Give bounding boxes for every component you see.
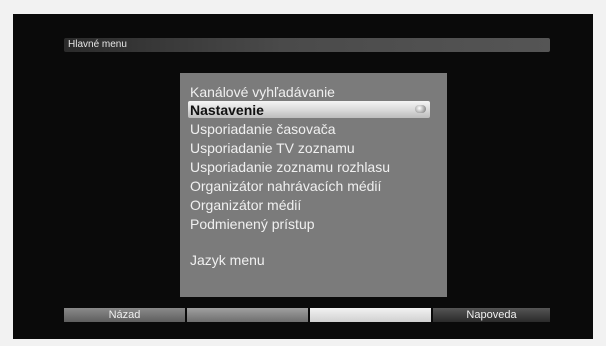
menu-item-tv-list-organizer[interactable]: Usporiadanie TV zoznamu (190, 139, 430, 157)
header-bar: Hlavné menu (64, 38, 550, 52)
help-button[interactable]: Napoveda (433, 308, 550, 322)
tv-screen: Hlavné menu Kanálové vyhľadávanie Nastav… (13, 14, 593, 339)
menu-item-media-organizer[interactable]: Organizátor médií (190, 196, 430, 214)
menu-item-label: Nastavenie (190, 102, 264, 118)
menu-item-recording-media-organizer[interactable]: Organizátor nahrávacích médií (190, 177, 430, 195)
menu-item-timer-organizer[interactable]: Usporiadanie časovača (190, 120, 430, 138)
menu-item-channel-search[interactable]: Kanálové vyhľadávanie (190, 83, 430, 101)
back-button[interactable]: Názad (64, 308, 185, 322)
menu-item-settings[interactable]: Nastavenie (188, 101, 430, 118)
page-title: Hlavné menu (68, 39, 127, 50)
function-button-3[interactable] (310, 308, 431, 322)
function-button-2[interactable] (187, 308, 308, 322)
selection-dot-icon (415, 105, 426, 113)
menu-item-radio-list-organizer[interactable]: Usporiadanie zoznamu rozhlasu (190, 158, 430, 176)
menu-item-conditional-access[interactable]: Podmienený prístup (190, 215, 430, 233)
menu-item-menu-language[interactable]: Jazyk menu (190, 251, 430, 269)
main-menu-panel: Kanálové vyhľadávanie Nastavenie Usporia… (180, 73, 447, 297)
